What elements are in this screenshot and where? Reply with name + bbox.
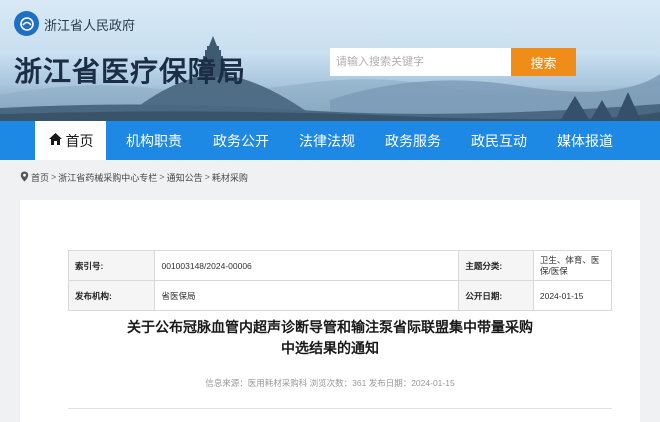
nav-item-laws[interactable]: 法律法规 <box>284 121 370 160</box>
divider <box>68 408 612 409</box>
table-row: 索引号: 001003148/2024-00006 主题分类: 卫生、体育、医保… <box>67 250 613 281</box>
breadcrumb-notices[interactable]: 通知公告 <box>167 171 203 184</box>
article-card: 索引号: 001003148/2024-00006 主题分类: 卫生、体育、医保… <box>20 200 640 422</box>
org-value: 省医保局 <box>154 280 460 311</box>
nav-item-label: 首页 <box>65 132 94 149</box>
breadcrumb-consumables[interactable]: 耗材采购 <box>212 171 248 184</box>
government-logo-icon[interactable] <box>14 11 39 36</box>
document-title: 关于公布冠脉血管内超声诊断导管和输注泵省际联盟集中带量采购 中选结果的通知 <box>20 318 640 360</box>
breadcrumb-separator: > <box>204 172 210 182</box>
topic-label: 主题分类: <box>458 250 534 281</box>
nav-item-gov-affairs-open[interactable]: 政务公开 <box>198 121 284 160</box>
document-info: 信息来源：医用耗材采购科 浏览次数：361 发布日期：2024-01-15 <box>205 378 455 388</box>
document-title-line-2: 中选结果的通知 <box>281 341 379 357</box>
nav-item-organization[interactable]: 机构职责 <box>113 121 195 160</box>
breadcrumb-separator: > <box>159 172 165 182</box>
government-site-link[interactable]: 浙江省人民政府 <box>44 15 135 34</box>
date-label: 公开日期: <box>458 280 534 311</box>
site-title: 浙江省医疗保障局 <box>14 55 247 88</box>
nav-item-interaction[interactable]: 政民互动 <box>456 121 542 160</box>
site-header: 浙江省人民政府 浙江省医疗保障局 搜索 <box>0 0 660 121</box>
document-title-line-1: 关于公布冠脉血管内超声诊断导管和输注泵省际联盟集中带量采购 <box>127 320 533 336</box>
nav-item-media[interactable]: 媒体报道 <box>542 121 628 160</box>
breadcrumb-procurement-center[interactable]: 浙江省药械采购中心专栏 <box>58 171 157 184</box>
nav-item-home[interactable]: 首页 <box>35 121 106 160</box>
location-pin-icon <box>20 171 29 184</box>
breadcrumb: 首页 > 浙江省药械采购中心专栏 > 通知公告 > 耗材采购 <box>20 170 248 184</box>
breadcrumb-home[interactable]: 首页 <box>31 171 49 184</box>
index-label: 索引号: <box>67 250 156 281</box>
topic-value: 卫生、体育、医保/医保 <box>532 250 613 281</box>
document-meta-table: 索引号: 001003148/2024-00006 主题分类: 卫生、体育、医保… <box>67 250 613 311</box>
date-value: 2024-01-15 <box>532 280 613 311</box>
nav-item-gov-services[interactable]: 政务服务 <box>370 121 456 160</box>
main-nav: 首页 机构职责 政务公开 法律法规 政务服务 政民互动 媒体报道 <box>0 121 660 160</box>
org-label: 发布机构: <box>67 280 156 311</box>
breadcrumb-separator: > <box>51 172 57 182</box>
table-row: 发布机构: 省医保局 公开日期: 2024-01-15 <box>67 280 613 311</box>
index-value: 001003148/2024-00006 <box>154 250 460 281</box>
search-input[interactable] <box>330 48 512 76</box>
search-button[interactable]: 搜索 <box>511 48 576 76</box>
home-icon <box>48 132 63 149</box>
